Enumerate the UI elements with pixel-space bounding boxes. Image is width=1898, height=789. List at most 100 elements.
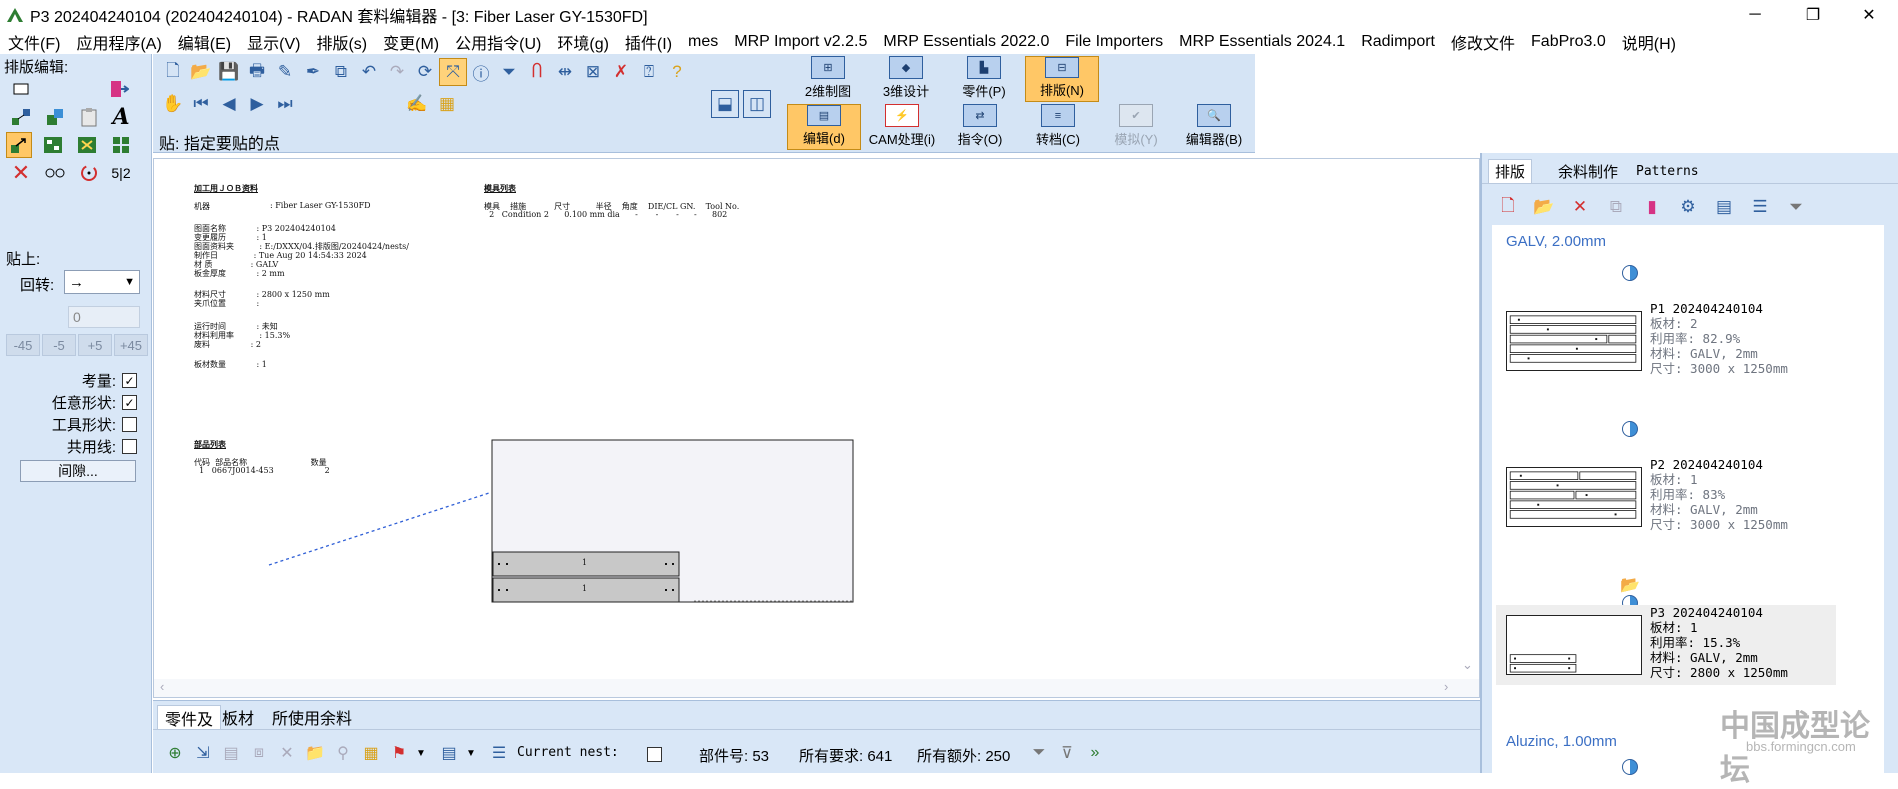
mirror-icon[interactable] xyxy=(42,160,68,186)
mode-edit-button[interactable]: ▤ 编辑(d) xyxy=(787,104,861,150)
new-nest-icon[interactable]: 🗋 xyxy=(1494,193,1522,221)
nest-settings-icon[interactable]: ⚙ xyxy=(1674,193,1702,221)
report-icon[interactable]: ⚑ xyxy=(387,741,411,765)
menu-environment[interactable]: 环境(g) xyxy=(549,30,617,54)
nest-list[interactable]: GALV, 2.00mm P1 202404240104 板材: 2 利用率: … xyxy=(1492,225,1884,775)
rectangle-select-icon[interactable] xyxy=(8,76,34,102)
menu-modify[interactable]: 变更(M) xyxy=(375,30,447,54)
block-nest-icon[interactable] xyxy=(40,132,66,158)
grid-nest-icon[interactable] xyxy=(108,132,134,158)
tool-shape-option[interactable]: 工具形状: xyxy=(52,414,137,435)
mode-editor-button[interactable]: 🔍 编辑器(B) xyxy=(1177,104,1251,150)
gap-button[interactable]: 间隙... xyxy=(20,460,136,482)
help-icon[interactable]: ? xyxy=(663,58,691,86)
open-part-folder-icon[interactable]: 📁 xyxy=(303,741,327,765)
expand-icon[interactable]: » xyxy=(1083,741,1107,765)
mode-convert-button[interactable]: ≡ 转档(C) xyxy=(1021,104,1095,150)
part-list-icon[interactable]: ▤ xyxy=(219,741,243,765)
detail-view-icon[interactable]: ☰ xyxy=(1746,193,1774,221)
array-nest-icon[interactable] xyxy=(74,132,100,158)
nest-item-p2[interactable]: P2 202404240104 板材: 1 利用率: 83% 材料: GALV,… xyxy=(1496,457,1836,537)
layout-view-icon[interactable]: ▤ xyxy=(1710,193,1738,221)
copy-icon[interactable]: ⧉ xyxy=(327,58,355,86)
menu-utilities[interactable]: 公用指令(U) xyxy=(447,30,549,54)
rotate-minus-45-button[interactable]: -45 xyxy=(6,334,40,356)
list-view-icon[interactable]: ☰ xyxy=(487,741,511,765)
menu-nest[interactable]: 排版(s) xyxy=(308,30,375,54)
mode-simulate-button[interactable]: ✔ 模拟(Y) xyxy=(1099,104,1173,150)
consider-checkbox[interactable]: ✓ xyxy=(122,373,137,388)
menu-edit[interactable]: 编辑(E) xyxy=(170,30,239,54)
new-file-icon[interactable]: 🗋 xyxy=(159,58,187,86)
mode-part-button[interactable]: ▙ 零件(P) xyxy=(947,56,1021,102)
mode-nest-button[interactable]: ⊟ 排版(N) xyxy=(1025,56,1099,102)
filter-icon[interactable]: ⏷ xyxy=(495,58,523,86)
text-tool-icon[interactable]: A xyxy=(108,104,134,130)
magnet-icon[interactable]: Ⴖ xyxy=(523,58,551,86)
menu-fabpro[interactable]: FabPro3.0 xyxy=(1523,33,1614,51)
view-options-icon[interactable]: ▤ xyxy=(437,741,461,765)
group-title[interactable]: Aluzinc, 1.00mm xyxy=(1506,733,1617,750)
nest-canvas[interactable]: 加工用ＪＯＢ资料 机器 : Fiber Laser GY-1530FD 图面名称… xyxy=(153,158,1480,698)
menu-radimport[interactable]: Radimport xyxy=(1353,33,1443,51)
group-title[interactable]: GALV, 2.00mm xyxy=(1506,233,1606,250)
open-nest-icon[interactable]: 📂 xyxy=(1530,193,1558,221)
previous-icon[interactable]: ◀ xyxy=(215,90,243,118)
scroll-left-icon[interactable]: ‹ xyxy=(160,679,164,694)
snap-icon[interactable]: ⤧ xyxy=(439,58,467,86)
nest-item-p1[interactable]: P1 202404240104 板材: 2 利用率: 82.9% 材料: GAL… xyxy=(1496,301,1836,381)
scroll-down-icon[interactable]: ⌄ xyxy=(1462,657,1473,673)
table-icon[interactable]: ▦ xyxy=(359,741,383,765)
split-ratio-icon[interactable]: 5|2 xyxy=(108,160,134,186)
edit-sheet-icon[interactable]: ✍ xyxy=(403,90,431,118)
pencil-icon[interactable]: ✎ xyxy=(271,58,299,86)
menu-mes[interactable]: mes xyxy=(680,33,726,51)
scroll-right-icon[interactable]: › xyxy=(1444,679,1448,694)
import-part-icon[interactable]: ⇲ xyxy=(191,741,215,765)
print-icon[interactable]: 🖶 xyxy=(243,58,271,86)
menu-plugins[interactable]: 插件(I) xyxy=(617,30,680,54)
split-horizontal-icon[interactable]: ⬓ xyxy=(711,90,739,118)
rotate-part-icon[interactable] xyxy=(76,160,102,186)
rotate-select[interactable]: → ▼ xyxy=(64,270,140,294)
move-parts-icon[interactable] xyxy=(8,104,34,130)
copy-nest-icon[interactable]: ⧉ xyxy=(1602,193,1630,221)
filter-icon[interactable]: ⏷ xyxy=(1027,741,1051,765)
menu-application[interactable]: 应用程序(A) xyxy=(68,30,169,54)
menu-view[interactable]: 显示(V) xyxy=(239,30,308,54)
tab-parts[interactable]: 零件及 xyxy=(157,705,222,729)
minimize-button[interactable]: ─ xyxy=(1726,0,1784,30)
clear-filter-icon[interactable]: ⊽ xyxy=(1055,741,1079,765)
mode-3d-design-button[interactable]: ◆ 3维设计 xyxy=(869,56,943,102)
pen-tool-icon[interactable]: ✒ xyxy=(299,58,327,86)
delete-part-icon[interactable]: ✕ xyxy=(8,160,34,186)
horizontal-scrollbar[interactable]: ‹ › xyxy=(154,679,1479,697)
tab-nests[interactable]: 排版 xyxy=(1488,159,1533,183)
info-icon[interactable]: ⓘ xyxy=(467,58,495,86)
clipboard-icon[interactable] xyxy=(76,104,102,130)
rotate-plus-45-button[interactable]: +45 xyxy=(114,334,148,356)
tab-sheets[interactable]: 板材 xyxy=(215,705,261,729)
export-nest-icon[interactable]: ▮ xyxy=(1638,193,1666,221)
angle-input[interactable]: 0 xyxy=(68,306,140,328)
refresh-icon[interactable]: ⟳ xyxy=(411,58,439,86)
first-icon[interactable]: ⏮ xyxy=(187,90,215,118)
menu-help[interactable]: 说明(H) xyxy=(1614,30,1684,54)
rotate-minus-5-button[interactable]: -5 xyxy=(42,334,76,356)
mode-2d-drawing-button[interactable]: ⊞ 2维制图 xyxy=(791,56,865,102)
menu-modify-file[interactable]: 修改文件 xyxy=(1443,30,1523,54)
delete-nest-icon[interactable]: ✕ xyxy=(1566,193,1594,221)
next-icon[interactable]: ▶ xyxy=(243,90,271,118)
report-dropdown-icon[interactable]: ▼ xyxy=(409,741,433,765)
pin-icon[interactable]: ⚲ xyxy=(331,741,355,765)
menu-mrp-essentials-2024[interactable]: MRP Essentials 2024.1 xyxy=(1171,33,1353,51)
rotate-plus-5-button[interactable]: +5 xyxy=(78,334,112,356)
nest-filter-icon[interactable]: ⏷ xyxy=(1782,193,1810,221)
redo-icon[interactable]: ↷ xyxy=(383,58,411,86)
tab-patterns[interactable]: Patterns xyxy=(1630,159,1705,183)
mode-cam-button[interactable]: ⚡ CAM处理(i) xyxy=(865,104,939,150)
paste-tool-icon[interactable] xyxy=(6,132,32,158)
split-vertical-icon[interactable]: ◫ xyxy=(743,90,771,118)
measure-icon[interactable]: ⇹ xyxy=(551,58,579,86)
undo-icon[interactable]: ↶ xyxy=(355,58,383,86)
